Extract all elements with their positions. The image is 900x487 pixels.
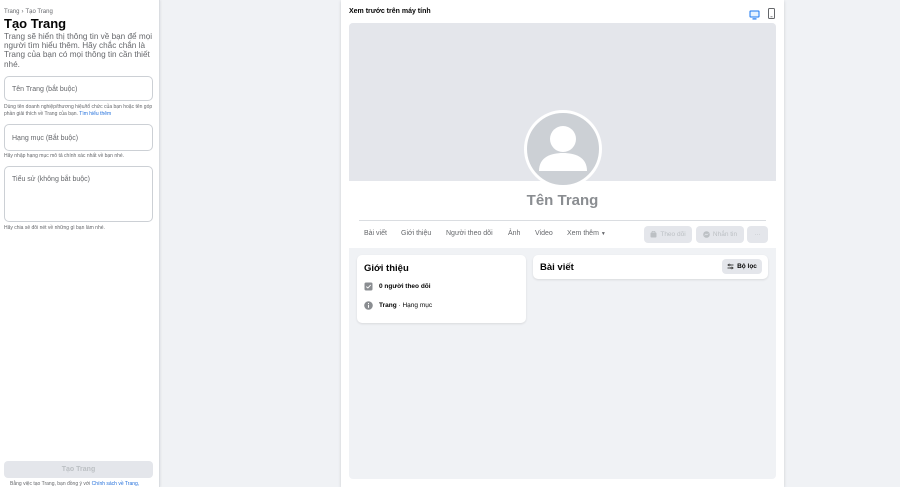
terms-note: Bằng việc tạo Trang, bạn đồng ý với Chín… xyxy=(10,481,139,487)
profile-placeholder-icon xyxy=(539,126,587,171)
preview-title: Xem trước trên máy tính xyxy=(349,8,431,15)
page-name-input[interactable]: Tên Trang (bắt buộc) xyxy=(4,76,153,101)
page-name-placeholder: Tên Trang (bắt buộc) xyxy=(12,86,78,93)
page-name-hint: Dùng tên doanh nghiệp/thương hiệu/tổ chứ… xyxy=(4,104,154,118)
follow-button[interactable]: Theo dõi xyxy=(644,226,692,243)
breadcrumb: Trang › Tạo Trang xyxy=(4,9,53,15)
learn-more-link[interactable]: Tìm hiểu thêm xyxy=(79,111,111,117)
breadcrumb-item-create-page: Tạo Trang xyxy=(25,9,53,15)
tab-followers[interactable]: Người theo dõi xyxy=(446,230,493,237)
tab-videos[interactable]: Video xyxy=(535,230,553,237)
info-icon xyxy=(364,301,373,310)
tab-photos[interactable]: Ảnh xyxy=(508,230,520,237)
filter-label: Bộ lọc xyxy=(737,263,757,270)
filter-icon xyxy=(727,263,734,270)
breadcrumb-item-pages[interactable]: Trang xyxy=(4,9,19,15)
profile-picture xyxy=(524,110,602,188)
follow-label: Theo dõi xyxy=(660,231,686,238)
create-page-panel: Trang › Tạo Trang Tạo Trang Trang sẽ hiển … xyxy=(0,0,160,487)
category-placeholder: Hạng mục (Bắt buộc) xyxy=(12,135,79,142)
tab-more-label: Xem thêm xyxy=(567,230,599,237)
desktop-preview: Xem trước trên máy tính Tên Trang Bài vi… xyxy=(341,0,784,487)
message-button[interactable]: Nhắn tin xyxy=(696,226,744,243)
category-hint: Hãy nhập hạng mục mô tả chính xác nhất v… xyxy=(4,153,125,159)
followers-count: 0 người theo dõi xyxy=(379,283,431,290)
breadcrumb-separator: › xyxy=(21,9,24,15)
filter-button[interactable]: Bộ lọc xyxy=(722,259,762,274)
category-row: Trang · Hạng mục xyxy=(364,301,432,310)
tab-posts[interactable]: Bài viết xyxy=(364,230,387,237)
terms-note-text: Bằng việc tạo Trang, bạn đồng ý với xyxy=(10,481,91,487)
posts-title: Bài viết xyxy=(540,262,574,273)
tab-about[interactable]: Giới thiệu xyxy=(401,230,431,237)
category-label: · Hạng mục xyxy=(398,302,433,309)
messenger-icon xyxy=(703,231,710,238)
page-description: Trang sẽ hiển thị thông tin về bạn để mọ… xyxy=(4,32,153,69)
followers-icon xyxy=(364,282,373,291)
intro-card: Giới thiệu 0 người theo dõi Trang · Hạng… xyxy=(357,255,526,323)
create-page-button[interactable]: Tạo Trang xyxy=(4,461,153,478)
bio-hint: Hãy chia sẻ đôi nét về những gì bạn làm … xyxy=(4,225,105,231)
posts-card: Bài viết Bộ lọc xyxy=(533,255,768,279)
preview-canvas: Tên Trang Bài viết Giới thiệu Người theo… xyxy=(349,23,776,479)
category-input[interactable]: Hạng mục (Bắt buộc) xyxy=(4,124,153,151)
message-label: Nhắn tin xyxy=(712,231,738,238)
more-options-button[interactable]: ··· xyxy=(747,226,768,243)
category-row-text: Trang · Hạng mục xyxy=(379,302,432,309)
page-policy-link[interactable]: Chính sách về Trang, xyxy=(92,481,140,487)
page-type-label: Trang xyxy=(379,302,397,309)
intro-title: Giới thiệu xyxy=(364,263,409,274)
followers-row: 0 người theo dõi xyxy=(364,282,431,291)
header-divider xyxy=(359,220,766,221)
follow-icon xyxy=(650,231,657,238)
bio-placeholder: Tiểu sử (không bắt buộc) xyxy=(12,176,90,183)
page-title: Tạo Trang xyxy=(4,16,67,31)
preview-page-name: Tên Trang xyxy=(526,192,599,209)
chevron-down-icon: ▼ xyxy=(600,231,606,237)
mobile-icon[interactable] xyxy=(768,6,775,24)
tab-more[interactable]: Xem thêm ▼ xyxy=(567,230,606,237)
bio-textarea[interactable]: Tiểu sử (không bắt buộc) xyxy=(4,166,153,222)
